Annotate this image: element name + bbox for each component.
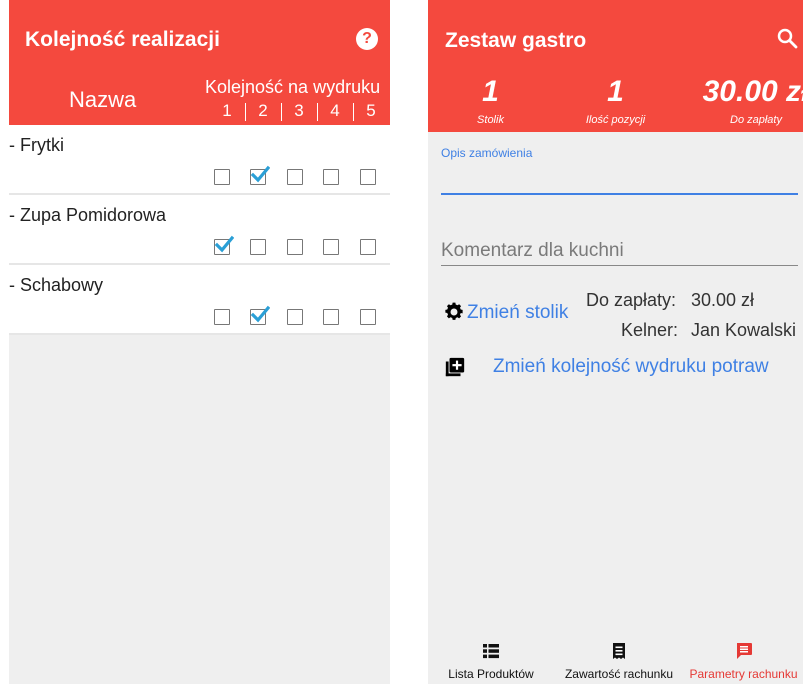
product-row: - Schabowy: [9, 265, 390, 335]
order-checkbox-5[interactable]: [360, 169, 376, 185]
order-checkbox-1[interactable]: [214, 169, 230, 185]
screen-title: Zestaw gastro: [445, 29, 587, 52]
to-pay-label: Do zapłaty: [730, 114, 782, 126]
nav-product-list-label: Lista Produktów: [448, 667, 534, 681]
order-description-label: Opis zamówienia: [441, 146, 533, 160]
gear-icon[interactable]: [443, 301, 465, 323]
order-checkbox-3[interactable]: [287, 239, 303, 255]
order-number-4: 4: [330, 101, 340, 120]
order-number-1: 1: [222, 101, 232, 120]
table-stat: 1 Stolik: [428, 71, 553, 126]
change-table-link[interactable]: Zmień stolik: [467, 302, 568, 324]
to-pay-amount: 30.00 zł: [702, 75, 803, 108]
order-checkbox-1[interactable]: [214, 309, 230, 325]
order-number-5: 5: [366, 101, 376, 120]
bill-parameters-screen: Zestaw gastro 1 Stolik 1 Ilość pozycji 3…: [428, 0, 803, 684]
order-column-header: Kolejność na wydruku: [205, 77, 381, 97]
kitchen-comment-input[interactable]: [441, 236, 798, 266]
product-name: - Schabowy: [9, 275, 104, 295]
search-icon[interactable]: [775, 26, 799, 50]
waiter-name: Jan Kowalski: [691, 320, 797, 340]
order-checkbox-4[interactable]: [323, 239, 339, 255]
order-checkbox-3[interactable]: [287, 309, 303, 325]
bill-summary-bar: 1 Stolik 1 Ilość pozycji 30.00 zł Do zap…: [428, 71, 803, 132]
nav-product-list[interactable]: Lista Produktów: [428, 632, 554, 684]
list-icon: [483, 644, 499, 659]
order-number-headers: 1 2 3 4 5: [209, 101, 390, 121]
screen-title: Kolejność realizacji: [25, 28, 220, 51]
bottom-navigation: Lista Produktów Zawartość rachunku Param…: [428, 632, 803, 684]
app-bar: Kolejność realizacji ?: [9, 0, 390, 71]
to-pay-stat: 30.00 zł Do zapłaty: [686, 71, 803, 126]
nav-bill-parameters-label: Parametry rachunku: [689, 667, 798, 681]
table-number: 1: [482, 75, 499, 108]
order-checkbox-3[interactable]: [287, 169, 303, 185]
table-label: Stolik: [477, 114, 504, 126]
product-name: - Frytki: [9, 135, 64, 155]
receipt-icon: [613, 643, 625, 659]
nav-bill-content[interactable]: Zawartość rachunku: [554, 632, 684, 684]
help-icon[interactable]: ?: [356, 28, 378, 50]
add-box-icon[interactable]: [444, 356, 466, 378]
product-name: - Zupa Pomidorowa: [9, 205, 167, 225]
order-number-2: 2: [258, 101, 268, 120]
to-pay-info-value: 30.00 zł: [691, 290, 755, 310]
product-row: - Frytki: [9, 125, 390, 195]
waiter-label: Kelner:: [621, 320, 679, 340]
order-checkbox-5[interactable]: [360, 239, 376, 255]
order-description-input[interactable]: [441, 163, 798, 195]
table-header: Nazwa Kolejność na wydruku 1 2 3 4 5: [9, 71, 390, 125]
order-checkbox-2[interactable]: [250, 165, 270, 185]
order-number-3: 3: [294, 101, 304, 120]
print-order-screen: Kolejność realizacji ? Nazwa Kolejność n…: [9, 0, 390, 684]
nav-bill-content-label: Zawartość rachunku: [564, 667, 674, 681]
order-checkbox-2[interactable]: [250, 239, 266, 255]
items-count: 1: [607, 75, 624, 108]
app-bar: Zestaw gastro: [428, 0, 803, 71]
order-checkbox-4[interactable]: [323, 169, 339, 185]
name-column-header: Nazwa: [69, 87, 137, 112]
order-checkbox-4[interactable]: [323, 309, 339, 325]
order-checkbox-5[interactable]: [360, 309, 376, 325]
product-list: - Frytki - Zupa Pomidorowa - Schabowy: [9, 125, 390, 335]
message-icon: [736, 643, 752, 659]
change-print-order-link[interactable]: Zmień kolejność wydruku potraw: [493, 356, 769, 378]
order-checkbox-1[interactable]: [214, 235, 234, 255]
to-pay-info-label: Do zapłaty:: [586, 290, 677, 310]
nav-bill-parameters[interactable]: Parametry rachunku: [684, 632, 803, 684]
product-row: - Zupa Pomidorowa: [9, 195, 390, 265]
items-stat: 1 Ilość pozycji: [553, 71, 678, 126]
order-checkbox-2[interactable]: [250, 305, 270, 325]
items-label: Ilość pozycji: [585, 114, 646, 126]
